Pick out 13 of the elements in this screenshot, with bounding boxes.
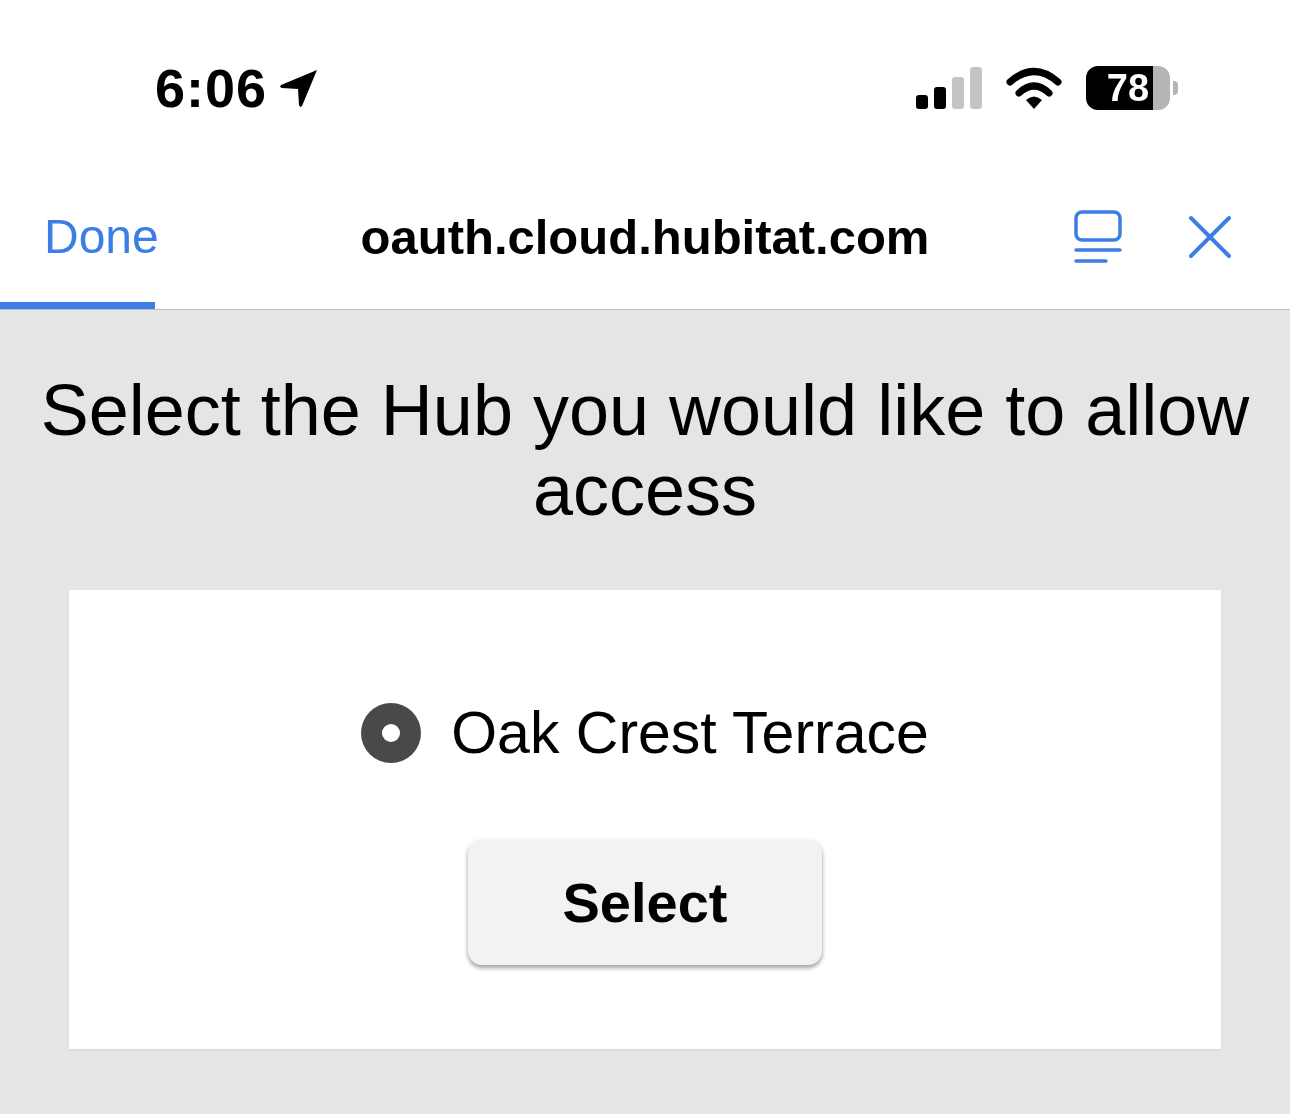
select-button[interactable]: Select [468,840,822,965]
page-url: oauth.cloud.hubitat.com [360,209,930,265]
hub-option-label[interactable]: Oak Crest Terrace [451,703,929,763]
close-icon[interactable] [1188,215,1232,259]
location-arrow-icon [279,68,320,108]
wifi-icon [1006,67,1062,109]
clock-time: 6:06 [155,58,268,118]
reader-view-icon[interactable] [1074,210,1122,264]
page-heading: Select the Hub you would like to allow access [39,370,1251,530]
radio-button[interactable] [361,703,422,763]
battery-indicator: 78 [1086,66,1178,110]
cellular-signal-icon [916,67,982,109]
done-button[interactable]: Done [44,209,159,265]
